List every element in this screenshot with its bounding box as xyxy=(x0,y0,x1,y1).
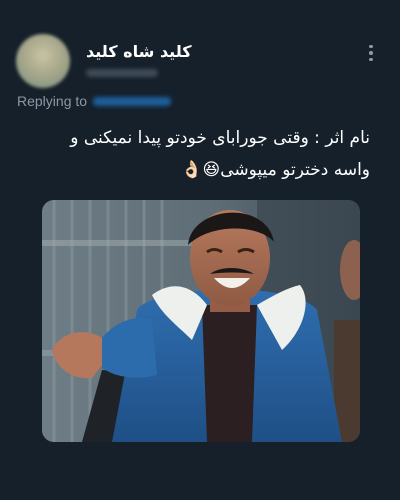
mention-link-redacted[interactable] xyxy=(93,96,172,106)
display-name[interactable]: کلید شاه کلید xyxy=(86,42,192,61)
more-vertical-icon[interactable] xyxy=(360,42,382,64)
replying-to-label: Replying to xyxy=(17,93,88,109)
replying-to: Replying to xyxy=(17,93,172,109)
tweet-text-line-1: نام اثر : وقتی جورابای خودتو پیدا نمیکنی… xyxy=(70,128,370,148)
avatar[interactable] xyxy=(16,34,70,88)
laughing-man-photo xyxy=(42,200,360,442)
tweet-media-image[interactable] xyxy=(42,200,360,442)
username-handle-redacted xyxy=(86,69,158,77)
tweet-text-line-2: واسه دخترتو میپوشی😆👌🏻 xyxy=(181,160,370,180)
tweet-text: نام اثر : وقتی جورابای خودتو پیدا نمیکنی… xyxy=(25,122,370,186)
tweet-reply-card: کلید شاه کلید Replying to نام اثر : وقتی… xyxy=(0,0,400,500)
